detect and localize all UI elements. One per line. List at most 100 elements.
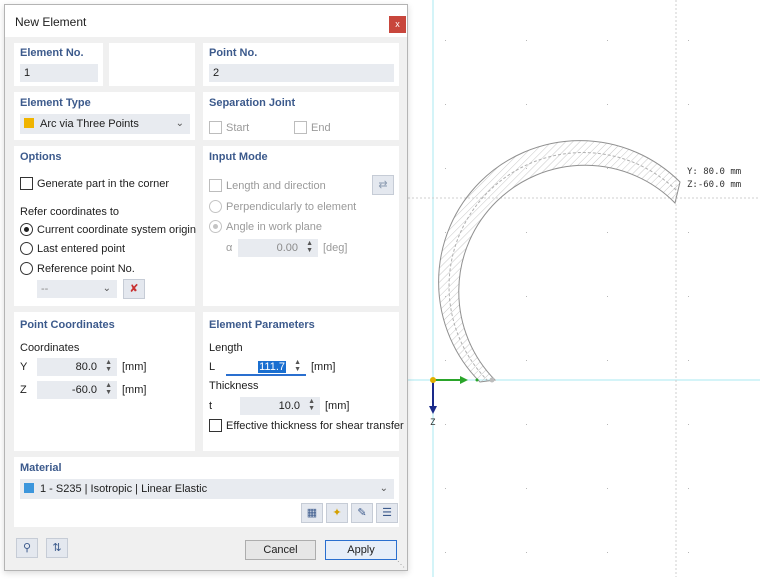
element-type-value: Arc via Three Points <box>40 118 139 130</box>
radio-angle-plane-label: Angle in work plane <box>226 221 323 233</box>
element-type-select[interactable]: Arc via Three Points ⌄ <box>20 114 190 134</box>
edit-material-icon[interactable]: ✎ <box>351 503 373 523</box>
z-coordinate-label: Z <box>20 384 27 396</box>
radio-last-point-label: Last entered point <box>37 243 126 255</box>
y-coordinate-value: 80.0 <box>75 361 97 373</box>
point-no-panel: Point No. 2 <box>203 43 399 86</box>
radio-reference-point[interactable] <box>20 262 33 275</box>
generate-part-checkbox[interactable] <box>20 177 33 190</box>
end-checkbox[interactable] <box>294 121 307 134</box>
element-type-color-swatch <box>24 118 34 128</box>
point-coordinates-label: Point Coordinates <box>20 319 115 331</box>
grid-dots <box>408 0 760 577</box>
element-type-label: Element Type <box>20 97 91 109</box>
pick-point-icon[interactable]: ✘ <box>123 279 145 299</box>
options-label: Options <box>20 151 62 163</box>
fit-view-icon[interactable]: ⇅ <box>46 538 68 558</box>
effective-thickness-label: Effective thickness for shear transfer <box>226 420 404 432</box>
spinner-icon[interactable]: ▲ ▼ <box>306 240 313 254</box>
length-direction-label: Length and direction <box>226 180 326 192</box>
thickness-label: Thickness <box>209 380 259 392</box>
length-direction-checkbox[interactable] <box>209 179 222 192</box>
coordinates-label: Coordinates <box>20 342 80 354</box>
material-library-icon[interactable]: ▦ <box>301 503 323 523</box>
dialog-titlebar[interactable]: New Element x <box>5 5 407 37</box>
radio-last-point[interactable] <box>20 242 33 255</box>
chevron-down-icon: ⌄ <box>379 483 388 494</box>
t-symbol: t <box>209 400 213 412</box>
material-value: 1 - S235 | Isotropic | Linear Elastic <box>40 483 208 495</box>
effective-thickness-checkbox[interactable] <box>209 419 222 432</box>
alpha-unit: [deg] <box>323 242 348 254</box>
length-unit: [mm] <box>311 361 336 373</box>
material-label: Material <box>20 462 62 474</box>
cursor-point <box>475 378 479 382</box>
y-coordinate-input[interactable]: 80.0 ▲ ▼ <box>37 358 117 376</box>
thickness-unit: [mm] <box>325 400 350 412</box>
material-color-swatch <box>24 483 34 493</box>
alpha-input[interactable]: 0.00 ▲ ▼ <box>238 239 318 257</box>
alpha-symbol: α <box>226 242 233 254</box>
refer-coordinates-label: Refer coordinates to <box>20 206 120 218</box>
radio-angle-plane[interactable] <box>209 220 222 233</box>
element-no-field[interactable]: 1 <box>20 64 98 82</box>
point-no-label: Point No. <box>209 47 258 59</box>
thickness-value: 10.0 <box>278 400 300 412</box>
z-coordinate-input[interactable]: -60.0 ▲ ▼ <box>37 381 117 399</box>
coord-z-readout: Z:-60.0 mm <box>687 180 742 190</box>
dialog-title: New Element <box>15 15 87 29</box>
radio-perpendicular[interactable] <box>209 200 222 213</box>
spinner-icon[interactable]: ▲ ▼ <box>105 359 112 373</box>
element-type-panel: Element Type Arc via Three Points ⌄ <box>14 92 195 140</box>
z-coordinate-value: -60.0 <box>71 384 97 396</box>
material-info-icon[interactable]: ☰ <box>376 503 398 523</box>
spinner-icon[interactable]: ▲ ▼ <box>294 359 301 373</box>
swap-direction-icon[interactable]: ⇄ <box>372 175 394 195</box>
end-label: End <box>311 122 331 134</box>
start-label: Start <box>226 122 250 134</box>
length-value: 111.7 <box>258 361 286 373</box>
spinner-icon[interactable]: ▲ ▼ <box>308 398 315 412</box>
z-coordinate-unit: [mm] <box>122 384 147 396</box>
element-no-label: Element No. <box>20 47 84 59</box>
l-symbol: L <box>209 361 216 373</box>
material-select[interactable]: 1 - S235 | Isotropic | Linear Elastic ⌄ <box>20 479 394 499</box>
start-checkbox[interactable] <box>209 121 222 134</box>
origin-point <box>430 377 436 383</box>
radio-perpendicular-label: Perpendicularly to element <box>226 201 357 213</box>
element-no-panel: Element No. 1 <box>14 43 103 86</box>
apply-button[interactable]: Apply <box>325 540 397 560</box>
y-coordinate-unit: [mm] <box>122 361 147 373</box>
length-input[interactable]: 111.7 ▲ ▼ <box>226 358 306 376</box>
element-parameters-panel: Element Parameters Length L 111.7 ▲ ▼ [mm… <box>203 312 404 451</box>
element-parameters-label: Element Parameters <box>209 319 315 331</box>
new-material-icon[interactable]: ✦ <box>326 503 348 523</box>
point-no-field[interactable]: 2 <box>209 64 394 82</box>
length-label: Length <box>209 342 243 354</box>
arc-start-node[interactable] <box>489 377 495 383</box>
separation-joint-label: Separation Joint <box>209 97 296 109</box>
generate-part-label: Generate part in the corner <box>37 178 170 190</box>
reference-point-select[interactable]: -- ⌄ <box>37 280 117 298</box>
close-icon[interactable]: x <box>389 16 406 33</box>
chevron-down-icon: ⌄ <box>175 118 184 129</box>
material-panel: Material 1 - S235 | Isotropic | Linear E… <box>14 457 399 527</box>
input-mode-label: Input Mode <box>209 151 268 163</box>
alpha-value: 0.00 <box>276 242 298 254</box>
resize-grip-icon[interactable]: ⋱ <box>397 560 405 569</box>
reference-point-value: -- <box>41 283 49 295</box>
cancel-button[interactable]: Cancel <box>245 540 316 560</box>
empty-panel <box>109 43 195 86</box>
radio-origin-label: Current coordinate system origin <box>37 224 196 236</box>
chevron-down-icon: ⌄ <box>102 283 111 294</box>
axis-z-label: Z <box>430 418 436 428</box>
radio-origin[interactable] <box>20 223 33 236</box>
thickness-input[interactable]: 10.0 ▲ ▼ <box>240 397 320 415</box>
radio-reference-point-label: Reference point No. <box>37 263 135 275</box>
search-icon[interactable]: ⚲ <box>16 538 38 558</box>
new-element-dialog: New Element x Element No. 1 Point No. 2 … <box>4 4 408 571</box>
y-coordinate-label: Y <box>20 361 28 373</box>
separation-joint-panel: Separation Joint Start End <box>203 92 399 140</box>
coord-y-readout: Y: 80.0 mm <box>687 167 742 177</box>
spinner-icon[interactable]: ▲ ▼ <box>105 382 112 396</box>
